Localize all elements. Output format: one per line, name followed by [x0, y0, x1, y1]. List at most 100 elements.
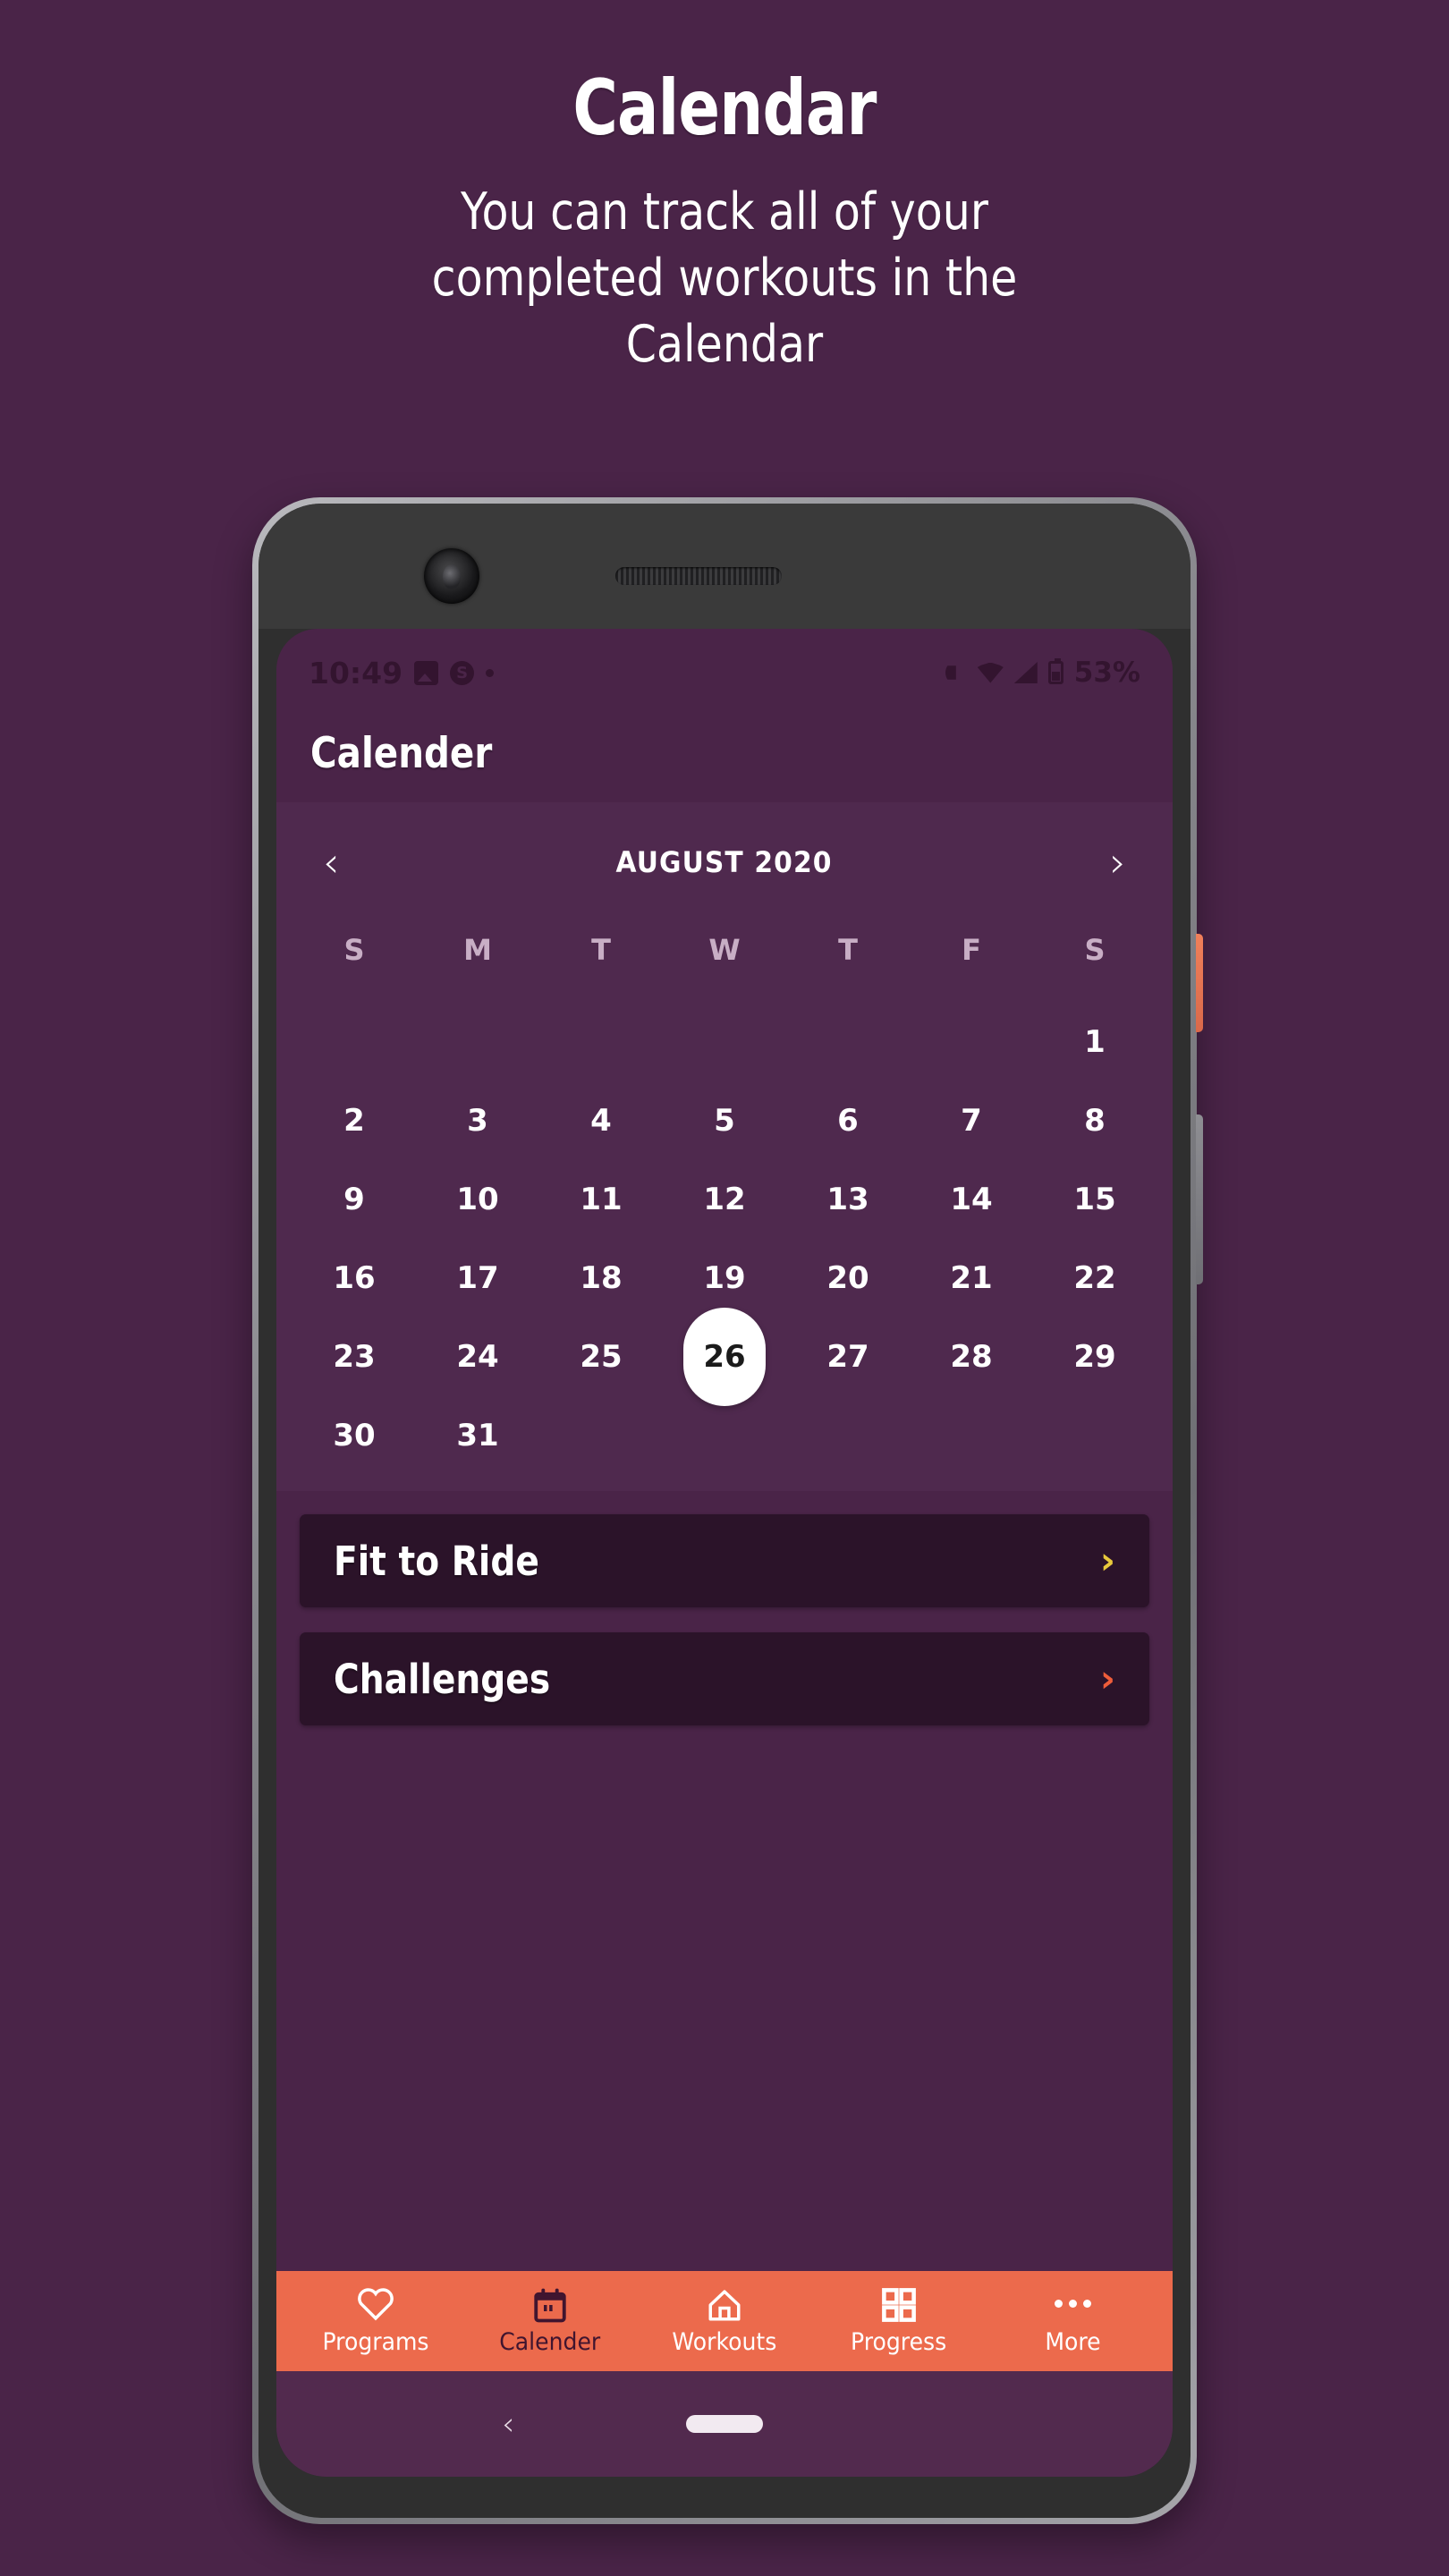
- promo-header: Calendar You can track all of your compl…: [0, 0, 1449, 377]
- phone-device: 10:49 S 53% Calender ‹ AUGUST 2020 › S M…: [252, 497, 1203, 2524]
- calendar-day[interactable]: 16: [292, 1239, 416, 1318]
- next-month-button[interactable]: ›: [1099, 838, 1137, 886]
- calendar-day-number: 1: [1084, 1024, 1106, 1060]
- app-bar: Calender: [276, 704, 1173, 802]
- calendar-day[interactable]: 15: [1033, 1160, 1157, 1239]
- calendar-day-number: 31: [456, 1418, 499, 1453]
- calendar-day-number: 20: [826, 1260, 869, 1296]
- calendar-month-label: AUGUST 2020: [615, 845, 834, 879]
- calendar-day[interactable]: 1: [1033, 1003, 1157, 1081]
- calendar-day[interactable]: 24: [416, 1318, 539, 1396]
- calendar-day[interactable]: 22: [1033, 1239, 1157, 1318]
- calendar-day-number: 10: [456, 1182, 499, 1217]
- power-button[interactable]: [1196, 934, 1203, 1032]
- calendar-day[interactable]: 7: [910, 1081, 1033, 1160]
- phone-bezel: 10:49 S 53% Calender ‹ AUGUST 2020 › S M…: [258, 504, 1191, 2518]
- calendar-day[interactable]: 31: [416, 1396, 539, 1475]
- calendar-day-number: 8: [1084, 1103, 1106, 1139]
- calendar-day-number: 9: [343, 1182, 365, 1217]
- shortcut-card[interactable]: Fit to Ride ›: [300, 1514, 1149, 1607]
- calendar-day-empty: [1033, 1396, 1157, 1475]
- chevron-right-icon: ›: [1099, 1657, 1115, 1700]
- calendar-day[interactable]: 30: [292, 1396, 416, 1475]
- calendar-day[interactable]: 25: [539, 1318, 663, 1396]
- android-home-indicator[interactable]: [686, 2415, 763, 2433]
- calendar-panel: ‹ AUGUST 2020 › SMTWTFS 1 2 3 4 5 6 7 8 9 10 11 12 1…: [276, 802, 1173, 1491]
- calendar-day-number: 24: [456, 1339, 499, 1375]
- calendar-day[interactable]: 3: [416, 1081, 539, 1160]
- calendar-day[interactable]: 11: [539, 1160, 663, 1239]
- calendar-day[interactable]: 21: [910, 1239, 1033, 1318]
- shortcut-cards: Fit to Ride › Challenges ›: [276, 1491, 1173, 1725]
- android-nav-bar: ‹: [276, 2371, 1173, 2477]
- calendar-day-number: 7: [961, 1103, 982, 1139]
- calendar-day[interactable]: 19: [663, 1239, 786, 1318]
- calendar-day[interactable]: 20: [786, 1239, 910, 1318]
- front-camera-icon: [424, 548, 479, 604]
- calendar-day-selected[interactable]: 26: [663, 1318, 786, 1396]
- nav-item-programs[interactable]: Programs: [293, 2286, 459, 2356]
- bottom-navigation: Programs Calender Workouts Progress More: [276, 2271, 1173, 2371]
- calendar-day[interactable]: 28: [910, 1318, 1033, 1396]
- calendar-day[interactable]: 2: [292, 1081, 416, 1160]
- nav-item-calender[interactable]: Calender: [468, 2286, 633, 2356]
- nav-item-label: Progress: [851, 2328, 947, 2356]
- nav-item-progress[interactable]: Progress: [816, 2286, 981, 2356]
- calendar-day[interactable]: 5: [663, 1081, 786, 1160]
- calendar-day-empty: [416, 1003, 539, 1081]
- calendar-day[interactable]: 9: [292, 1160, 416, 1239]
- chevron-right-icon: ›: [1099, 1538, 1115, 1582]
- calendar-days-grid: 1 2 3 4 5 6 7 8 9 10 11 12 13 14 15 16 17 18 19 20 21 22 23 24 2…: [276, 1003, 1173, 1475]
- calendar-day[interactable]: 10: [416, 1160, 539, 1239]
- signal-icon: [1013, 662, 1038, 683]
- calendar-day[interactable]: 18: [539, 1239, 663, 1318]
- calendar-day[interactable]: 14: [910, 1160, 1033, 1239]
- nav-item-label: More: [1045, 2328, 1101, 2356]
- wifi-icon: [977, 662, 1004, 683]
- phone-top-bezel: [258, 504, 1191, 629]
- calendar-weekday: S: [1084, 933, 1106, 967]
- nav-item-workouts[interactable]: Workouts: [641, 2286, 807, 2356]
- grid-icon: [880, 2286, 918, 2322]
- calendar-day-empty: [663, 1396, 786, 1475]
- calendar-day[interactable]: 17: [416, 1239, 539, 1318]
- status-time: 10:49: [309, 655, 403, 691]
- promo-screenshot: Calendar You can track all of your compl…: [0, 0, 1449, 2576]
- calendar-day[interactable]: 4: [539, 1081, 663, 1160]
- nav-item-more[interactable]: More: [990, 2286, 1156, 2356]
- status-bar-right: 53%: [945, 657, 1140, 689]
- battery-percent: 53%: [1073, 657, 1140, 689]
- calendar-day-number: 17: [456, 1260, 499, 1296]
- calendar-day-number: 28: [950, 1339, 993, 1375]
- calendar-day[interactable]: 27: [786, 1318, 910, 1396]
- calendar-day-number: 3: [467, 1103, 488, 1139]
- shortcut-card[interactable]: Challenges ›: [300, 1632, 1149, 1725]
- calendar-day[interactable]: 23: [292, 1318, 416, 1396]
- calendar-weekday: S: [343, 933, 365, 967]
- calendar-day-number: 6: [837, 1103, 859, 1139]
- calendar-day-number: 15: [1073, 1182, 1116, 1217]
- calendar-day[interactable]: 12: [663, 1160, 786, 1239]
- calendar-day-empty: [663, 1003, 786, 1081]
- calendar-day-empty: [786, 1396, 910, 1475]
- page-subtitle: You can track all of your completed work…: [431, 182, 1018, 375]
- app-bar-title: Calender: [310, 728, 493, 778]
- calendar-day[interactable]: 13: [786, 1160, 910, 1239]
- calendar-day-number: 2: [343, 1103, 365, 1139]
- calendar-day[interactable]: 29: [1033, 1318, 1157, 1396]
- calendar-day-number: 14: [950, 1182, 993, 1217]
- calendar-day-empty: [539, 1003, 663, 1081]
- android-back-button[interactable]: ‹: [502, 2406, 514, 2443]
- calendar-day-number: 13: [826, 1182, 869, 1217]
- status-bar-left: 10:49 S: [309, 655, 495, 691]
- calendar-weekday: W: [708, 933, 741, 967]
- calendar-day-number: 18: [580, 1260, 623, 1296]
- home-icon: [706, 2286, 743, 2321]
- nav-item-label: Programs: [322, 2328, 429, 2356]
- calendar-day[interactable]: 8: [1033, 1081, 1157, 1160]
- calendar-day-number: 4: [590, 1103, 612, 1139]
- calendar-day[interactable]: 6: [786, 1081, 910, 1160]
- shortcut-card-title: Fit to Ride: [334, 1537, 539, 1585]
- volume-button[interactable]: [1196, 1114, 1203, 1284]
- prev-month-button[interactable]: ‹: [312, 838, 350, 886]
